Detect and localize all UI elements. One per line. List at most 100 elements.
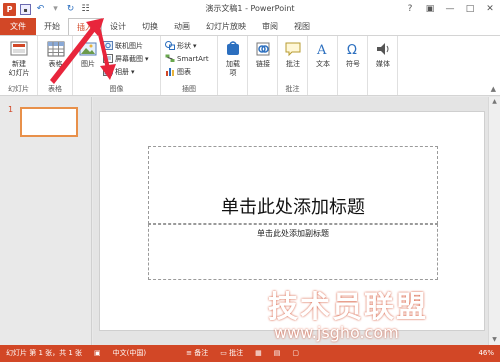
tab-transitions[interactable]: 切换: [134, 18, 166, 35]
notes-label: 备注: [194, 349, 209, 357]
omega-icon: Ω: [343, 39, 363, 59]
shapes-button[interactable]: 形状 ▾: [165, 40, 197, 51]
new-slide-icon: [9, 39, 29, 59]
subtitle-placeholder[interactable]: 单击此处添加副标题: [148, 224, 438, 280]
comments-button[interactable]: ▭ 批注: [214, 345, 249, 362]
scroll-up-icon[interactable]: ▲: [489, 97, 500, 107]
dropdown-icon[interactable]: ▾: [50, 4, 61, 15]
tab-file[interactable]: 文件: [0, 18, 36, 35]
maximize-icon[interactable]: □: [460, 0, 480, 18]
online-picture-icon: [103, 41, 113, 50]
title-placeholder[interactable]: 单击此处添加标题: [148, 146, 438, 224]
group-comments: 批注 批注: [278, 36, 308, 95]
media-button[interactable]: 媒体: [372, 39, 394, 69]
collapse-ribbon-icon[interactable]: ▲: [491, 85, 496, 93]
ribbon-tabs: 文件 开始 插入 设计 切换 动画 幻灯片放映 审阅 视图: [0, 18, 500, 35]
group-illustrations-label: 插图: [182, 85, 196, 93]
help-icon[interactable]: ?: [400, 0, 420, 18]
group-illustrations: 形状 ▾ SmartArt 图表 插图: [161, 36, 218, 95]
zoom-level[interactable]: 46%: [472, 345, 500, 362]
table-icon: [46, 39, 66, 59]
vertical-scrollbar[interactable]: ▲ ▼: [488, 97, 500, 345]
table-label: 表格: [48, 60, 63, 68]
ribbon-display-icon[interactable]: ▣: [420, 0, 440, 18]
svg-text:Ω: Ω: [347, 43, 357, 58]
chart-button[interactable]: 图表: [165, 66, 191, 77]
customize-qat-icon[interactable]: ☷: [80, 4, 91, 15]
screenshot-dropdown-icon[interactable]: ▾: [145, 55, 149, 63]
save-icon[interactable]: ▪: [20, 3, 31, 15]
screenshot-icon: [103, 54, 113, 63]
slide-thumbnail-pane: 1: [0, 97, 92, 345]
group-slides: 新建 幻灯片 幻灯片: [0, 36, 38, 95]
comment-button[interactable]: 批注: [282, 39, 304, 69]
repeat-icon[interactable]: ↻: [65, 4, 76, 15]
tab-home[interactable]: 开始: [36, 18, 68, 35]
thumbnail-number: 1: [8, 105, 14, 114]
comment-icon: [283, 39, 303, 59]
language-status[interactable]: 中文(中国): [107, 345, 152, 362]
links-label: 链接: [256, 60, 270, 68]
smartart-button[interactable]: SmartArt: [165, 53, 209, 64]
group-slides-label: 幻灯片: [8, 85, 29, 93]
slide-sorter-icon[interactable]: ▤: [268, 345, 287, 362]
group-links: 链接: [248, 36, 278, 95]
new-slide-label: 新建 幻灯片: [8, 60, 30, 77]
tab-design[interactable]: 设计: [102, 18, 134, 35]
store-icon: [223, 39, 243, 59]
picture-button[interactable]: 图片: [77, 39, 99, 69]
shapes-label: 形状: [177, 41, 191, 50]
media-label: 媒体: [376, 60, 390, 68]
picture-icon: [78, 39, 98, 59]
group-symbols: Ω 符号: [338, 36, 368, 95]
shapes-icon: [165, 41, 175, 50]
undo-icon[interactable]: ↶: [35, 4, 46, 15]
normal-view-icon[interactable]: ▦: [249, 345, 268, 362]
status-bar: 幻灯片 第 1 张，共 1 张 ▣ 中文(中国) ≡ 备注 ▭ 批注 ▦ ▤ ▢…: [0, 345, 500, 362]
shapes-dropdown-icon[interactable]: ▾: [193, 42, 197, 50]
link-icon: [253, 39, 273, 59]
group-tables-label: 表格: [48, 85, 62, 93]
close-icon[interactable]: ✕: [480, 0, 500, 18]
slide-canvas[interactable]: 单击此处添加标题 单击此处添加副标题: [99, 111, 485, 331]
text-button[interactable]: A 文本: [312, 39, 334, 69]
apps-button[interactable]: 加载 项: [222, 39, 244, 78]
quick-access-toolbar: P ▪ ↶ ▾ ↻ ☷: [0, 0, 91, 18]
tab-review[interactable]: 审阅: [254, 18, 286, 35]
new-slide-button[interactable]: 新建 幻灯片: [4, 39, 34, 78]
text-label: 文本: [316, 60, 330, 68]
notes-button[interactable]: ≡ 备注: [180, 345, 214, 362]
minimize-icon[interactable]: —: [440, 0, 460, 18]
slide-info: 幻灯片 第 1 张，共 1 张: [6, 349, 83, 357]
svg-text:A: A: [316, 43, 327, 58]
screenshot-label: 屏幕截图: [115, 54, 143, 63]
powerpoint-logo-icon: P: [3, 2, 16, 16]
title-bar: P ▪ ↶ ▾ ↻ ☷ 演示文稿1 - PowerPoint ? ▣ — □ ✕: [0, 0, 500, 18]
slide-editor: 单击此处添加标题 单击此处添加副标题 ▲ ▼: [93, 97, 500, 345]
scroll-down-icon[interactable]: ▼: [489, 335, 500, 345]
online-picture-label: 联机图片: [115, 41, 143, 50]
tab-animations[interactable]: 动画: [166, 18, 198, 35]
tab-view[interactable]: 视图: [286, 18, 318, 35]
chart-label: 图表: [177, 67, 191, 76]
group-images: 图片 联机图片 屏幕截图 ▾ 相册 ▾ 图像: [73, 36, 161, 95]
group-images-label: 图像: [109, 85, 124, 93]
tab-insert[interactable]: 插入: [68, 18, 102, 35]
links-button[interactable]: 链接: [252, 39, 274, 69]
online-picture-button[interactable]: 联机图片: [103, 40, 143, 51]
comments-label: 批注: [229, 349, 244, 357]
symbols-button[interactable]: Ω 符号: [342, 39, 364, 69]
group-apps: 加载 项: [218, 36, 248, 95]
tab-slideshow[interactable]: 幻灯片放映: [198, 18, 254, 35]
symbols-label: 符号: [346, 60, 360, 68]
proofing-icon[interactable]: ▣: [88, 345, 107, 362]
group-text: A 文本: [308, 36, 338, 95]
group-comments-label: 批注: [285, 85, 300, 93]
reading-view-icon[interactable]: ▢: [286, 345, 305, 362]
photo-album-button[interactable]: 相册 ▾: [103, 66, 135, 77]
table-button[interactable]: 表格: [43, 39, 68, 69]
screenshot-button[interactable]: 屏幕截图 ▾: [103, 53, 149, 64]
photo-album-dropdown-icon[interactable]: ▾: [131, 68, 135, 76]
slide-thumbnail[interactable]: [20, 107, 78, 137]
comment-label: 批注: [286, 60, 300, 68]
